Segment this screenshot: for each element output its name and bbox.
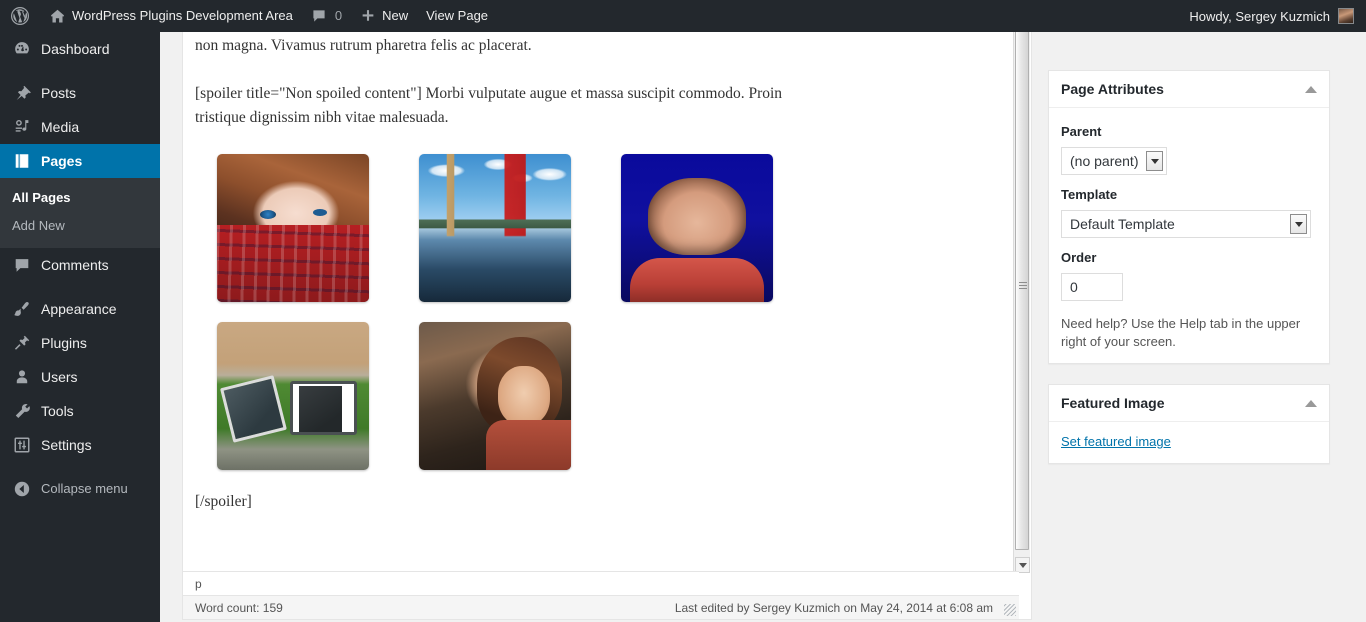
site-name-menu[interactable]: WordPress Plugins Development Area <box>40 0 302 32</box>
new-content-menu[interactable]: New <box>351 0 417 32</box>
featured-image-content: Set featured image <box>1049 422 1329 463</box>
thumbnail-girl-plaid-shirt[interactable] <box>217 154 369 302</box>
thumbnail-big-ben-westminster-bridge[interactable] <box>419 154 571 302</box>
admin-sidebar-menu: Dashboard Posts Media Pages All Pages Ad… <box>0 32 168 622</box>
comment-count: 0 <box>334 8 343 23</box>
admin-bar: WordPress Plugins Development Area 0 New… <box>0 0 1366 32</box>
chevron-down-icon[interactable] <box>1290 214 1307 234</box>
post-sidebar-column: Page Attributes Parent (no parent) Templ… <box>1048 0 1330 484</box>
template-selected-value: Default Template <box>1070 216 1175 232</box>
gallery-row <box>217 322 1007 470</box>
howdy-label: Howdy, Sergey Kuzmich <box>1189 8 1330 24</box>
plus-icon <box>360 8 376 24</box>
featured-image-header[interactable]: Featured Image <box>1049 385 1329 422</box>
sidebar-item-label: Plugins <box>41 335 87 351</box>
chevron-down-icon[interactable] <box>1146 151 1164 171</box>
comment-bubble-icon <box>12 255 32 275</box>
editor-iframe-content[interactable]: amet lorem eleifend, ac scelerisque mass… <box>183 20 1019 573</box>
editor-image-gallery <box>217 154 1007 470</box>
sidebar-item-label: Media <box>41 119 80 135</box>
sidebar-item-label: Tools <box>41 403 74 419</box>
home-icon <box>49 8 66 25</box>
sidebar-item-tools[interactable]: Tools <box>0 394 160 428</box>
collapse-arrow-icon <box>12 479 32 499</box>
new-label: New <box>382 8 409 23</box>
sidebar-item-media[interactable]: Media <box>0 110 160 144</box>
featured-image-box: Featured Image Set featured image <box>1048 384 1330 464</box>
thumbnail-man-red-shirt-blue-background[interactable] <box>621 154 773 302</box>
set-featured-image-link[interactable]: Set featured image <box>1061 432 1171 451</box>
toggle-collapse-icon[interactable] <box>1305 85 1317 93</box>
gallery-row <box>217 154 1007 302</box>
sidebar-item-settings[interactable]: Settings <box>0 428 160 462</box>
media-icon <box>12 117 32 137</box>
view-page-label: View Page <box>426 8 489 23</box>
parent-label: Parent <box>1061 124 1102 139</box>
sidebar-item-posts[interactable]: Posts <box>0 76 160 110</box>
sidebar-item-label: Posts <box>41 85 77 101</box>
scrollbar-thumb[interactable] <box>1015 22 1029 550</box>
sidebar-item-pages[interactable]: Pages <box>0 144 168 178</box>
sliders-icon <box>12 435 32 455</box>
scrollbar-grip-icon <box>1019 282 1027 290</box>
last-edited-info: Last edited by Sergey Kuzmich on May 24,… <box>674 600 993 615</box>
comment-bubble-icon <box>311 8 327 24</box>
thumbnail-girl-at-laptop[interactable] <box>419 322 571 470</box>
collapse-menu-button[interactable]: Collapse menu <box>0 472 160 506</box>
dashboard-icon <box>12 39 32 59</box>
sidebar-item-dashboard[interactable]: Dashboard <box>0 32 160 66</box>
editor-paragraph: [spoiler title="Non spoiled content"] Mo… <box>195 85 783 126</box>
my-account-menu[interactable]: Howdy, Sergey Kuzmich <box>1189 8 1366 24</box>
collapse-menu-label: Collapse menu <box>41 481 128 496</box>
thumbnail-televisions-on-grass[interactable] <box>217 322 369 470</box>
view-page-link[interactable]: View Page <box>417 0 497 32</box>
wp-admin-screen: WordPress Plugins Development Area 0 New… <box>0 0 1366 622</box>
sidebar-item-add-new-page[interactable]: Add New <box>0 212 160 240</box>
sidebar-item-label: Pages <box>41 153 83 169</box>
sidebar-item-label: Settings <box>41 437 92 453</box>
sidebar-item-all-pages[interactable]: All Pages <box>0 184 160 212</box>
post-content-editor: amet lorem eleifend, ac scelerisque mass… <box>182 20 1032 620</box>
page-attributes-content: Parent (no parent) Template Default Temp… <box>1049 108 1329 363</box>
editor-resize-handle[interactable] <box>1004 604 1016 616</box>
avatar <box>1338 8 1354 24</box>
sidebar-item-label: Appearance <box>41 301 117 317</box>
sidebar-item-label: Users <box>41 369 78 385</box>
chevron-down-icon <box>1018 562 1027 568</box>
parent-select[interactable]: (no parent) <box>1061 147 1168 175</box>
pin-icon <box>12 83 32 103</box>
page-attributes-help-text: Need help? Use the Help tab in the upper… <box>1061 316 1301 349</box>
wrench-icon <box>12 401 32 421</box>
sidebar-item-appearance[interactable]: Appearance <box>0 292 160 326</box>
page-attributes-title: Page Attributes <box>1061 81 1164 97</box>
comments-bubble[interactable]: 0 <box>302 0 351 32</box>
editor-status-bar: Word count: 159 Last edited by Sergey Ku… <box>183 595 1019 619</box>
word-count: Word count: 159 <box>195 600 283 615</box>
sidebar-item-label: Comments <box>41 257 109 273</box>
page-attributes-box: Page Attributes Parent (no parent) Templ… <box>1048 70 1330 364</box>
editor-paragraph: [/spoiler] <box>195 493 252 510</box>
sidebar-item-label: Dashboard <box>41 41 110 57</box>
wordpress-logo-icon[interactable] <box>0 0 40 32</box>
site-name-label: WordPress Plugins Development Area <box>72 8 293 23</box>
template-select[interactable]: Default Template <box>1061 210 1311 238</box>
editor-element-path[interactable]: p <box>183 571 1019 595</box>
paintbrush-icon <box>12 299 32 319</box>
pages-icon <box>12 151 32 171</box>
order-label: Order <box>1061 250 1097 265</box>
parent-selected-value: (no parent) <box>1070 153 1139 169</box>
pages-submenu: All Pages Add New <box>0 178 160 248</box>
order-input[interactable] <box>1061 273 1123 301</box>
thumbnail-detail <box>498 366 550 426</box>
plug-icon <box>12 333 32 353</box>
editor-scrollbar[interactable] <box>1013 20 1030 573</box>
featured-image-title: Featured Image <box>1061 395 1165 411</box>
sidebar-item-comments[interactable]: Comments <box>0 248 160 282</box>
template-label: Template <box>1061 187 1118 202</box>
page-attributes-header[interactable]: Page Attributes <box>1049 71 1329 108</box>
toggle-collapse-icon[interactable] <box>1305 399 1317 407</box>
sidebar-item-users[interactable]: Users <box>0 360 160 394</box>
sidebar-item-plugins[interactable]: Plugins <box>0 326 160 360</box>
user-icon <box>12 367 32 387</box>
